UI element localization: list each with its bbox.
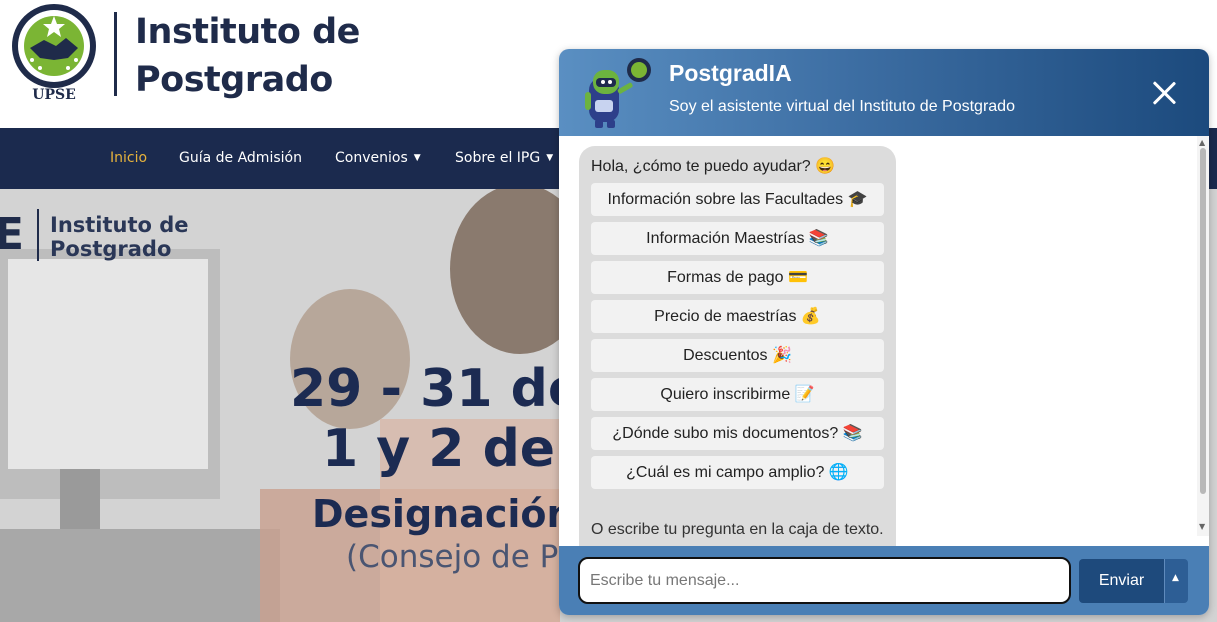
hero-logo-line1: Instituto de — [50, 213, 189, 237]
caret-up-icon: ▲ — [1172, 573, 1179, 583]
option-inscribirme-button[interactable]: Quiero inscribirme 📝 — [591, 378, 884, 411]
chat-scrollbar[interactable]: ▲ ▼ — [1197, 136, 1209, 536]
nav-item-inicio[interactable]: Inicio — [110, 150, 147, 166]
nav-label: Guía de Admisión — [179, 150, 302, 166]
send-options-button[interactable]: ▲ — [1164, 559, 1188, 603]
chevron-down-icon: ▼ — [413, 153, 421, 163]
option-precio-button[interactable]: Precio de maestrías 💰 — [591, 300, 884, 333]
hero-subheading: (Consejo de P — [346, 539, 559, 575]
seal-caption: UPSE — [32, 87, 76, 103]
chat-messages: Hola, ¿cómo te puedo ayudar? 😄 Informaci… — [559, 136, 1209, 546]
message-input[interactable] — [578, 557, 1071, 604]
hero-date-line2: 1 y 2 de — [322, 419, 556, 479]
chatbot-window: PostgradIA Soy el asistente virtual del … — [559, 49, 1209, 615]
bot-message-bubble: Hola, ¿cómo te puedo ayudar? 😄 Informaci… — [579, 146, 896, 546]
robot-avatar-icon — [585, 58, 651, 128]
nav-item-sobre-ipg[interactable]: Sobre el IPG ▼ — [455, 150, 553, 166]
chat-title: PostgradIA — [669, 60, 792, 86]
hero-logo-letter: E — [0, 209, 25, 260]
scroll-thumb[interactable] — [1200, 148, 1206, 494]
nav-item-guia-admision[interactable]: Guía de Admisión — [179, 150, 302, 166]
bot-greeting: Hola, ¿cómo te puedo ayudar? 😄 — [591, 158, 836, 175]
nav-label: Sobre el IPG — [455, 150, 541, 166]
close-icon[interactable] — [1151, 80, 1177, 106]
bot-footer-text: O escribe tu pregunta en la caja de text… — [591, 521, 884, 538]
nav-item-convenios[interactable]: Convenios ▼ — [335, 150, 421, 166]
scroll-up-icon[interactable]: ▲ — [1199, 138, 1205, 147]
option-descuentos-button[interactable]: Descuentos 🎉 — [591, 339, 884, 372]
hero-logo-line2: Postgrado — [50, 237, 172, 261]
option-documentos-button[interactable]: ¿Dónde subo mis documentos? 📚 — [591, 417, 884, 450]
scroll-down-icon[interactable]: ▼ — [1199, 522, 1205, 531]
site-logo-line2[interactable]: Postgrado — [135, 60, 333, 100]
option-facultades-button[interactable]: Información sobre las Facultades 🎓 — [591, 183, 884, 216]
option-maestrias-button[interactable]: Información Maestrías 📚 — [591, 222, 884, 255]
chat-input-bar: Enviar ▲ — [559, 546, 1209, 615]
nav-label: Inicio — [110, 150, 148, 166]
chevron-down-icon: ▼ — [546, 153, 554, 163]
option-campo-amplio-button[interactable]: ¿Cuál es mi campo amplio? 🌐 — [591, 456, 884, 489]
hero-date-line1: 29 - 31 de — [290, 359, 584, 419]
logo-divider — [114, 12, 117, 96]
option-formas-pago-button[interactable]: Formas de pago 💳 — [591, 261, 884, 294]
chat-subtitle: Soy el asistente virtual del Instituto d… — [669, 98, 1015, 115]
hero-logo-divider — [37, 209, 39, 261]
site-logo-line1[interactable]: Instituto de — [135, 12, 360, 52]
send-button[interactable]: Enviar — [1079, 559, 1164, 603]
nav-label: Convenios — [335, 150, 408, 166]
hero-heading: Designación — [312, 492, 574, 536]
chat-header: PostgradIA Soy el asistente virtual del … — [559, 49, 1209, 136]
